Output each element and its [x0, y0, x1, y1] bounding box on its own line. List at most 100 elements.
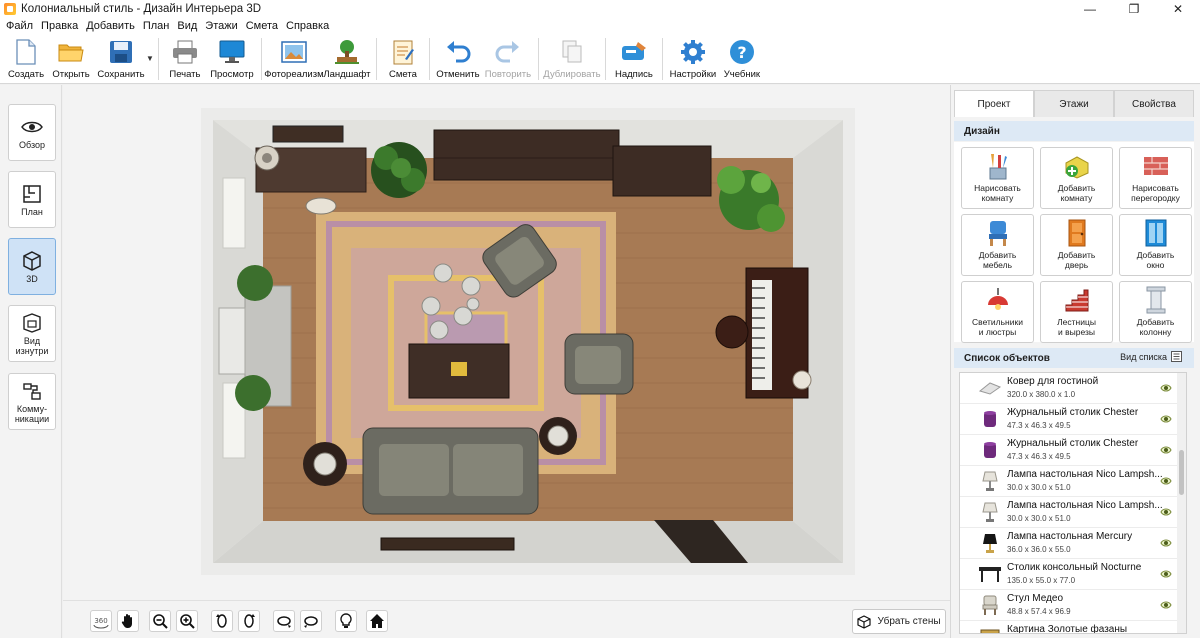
list-item[interactable]: Журнальный столик Chester 47.3 x 46.3 x … [960, 435, 1178, 466]
draw-partition-button[interactable]: Нарисовать перегородку [1119, 147, 1192, 209]
list-item[interactable]: Лампа настольная Mercury 36.0 x 36.0 x 5… [960, 528, 1178, 559]
maximize-button[interactable]: ❐ [1112, 0, 1156, 18]
menu-help[interactable]: Справка [282, 20, 333, 32]
cube-3d-icon [21, 250, 43, 272]
zoom-in-button[interactable] [176, 610, 198, 632]
add-column-button[interactable]: Добавить колонну [1119, 281, 1192, 343]
stairs-button[interactable]: Лестницы и вырезы [1040, 281, 1113, 343]
main-toolbar: Создать Открыть Сохранить ▼ Печать Просм… [0, 34, 1200, 84]
tab-properties[interactable]: Свойства [1114, 90, 1194, 117]
menu-estimate[interactable]: Смета [242, 20, 282, 32]
duplicate-button[interactable]: Дублировать [543, 34, 601, 84]
lights-label: Светильники и люстры [972, 317, 1023, 337]
menu-file[interactable]: Файл [2, 20, 37, 32]
object-name: Картина Золотые фазаны [1007, 624, 1128, 634]
pan-hand-button[interactable] [117, 610, 139, 632]
close-button[interactable]: ✕ [1156, 0, 1200, 18]
rotate-360-icon: 360 [93, 617, 109, 629]
objects-scrollbar[interactable] [1177, 373, 1186, 633]
view-3d-button[interactable]: 3D [8, 238, 56, 295]
tab-project[interactable]: Проект [954, 90, 1034, 117]
draw-partition-label: Нарисовать перегородку [1131, 183, 1180, 203]
add-room-button[interactable]: Добавить комнату [1040, 147, 1113, 209]
rotate-left-button[interactable] [211, 610, 233, 632]
object-dimensions: 48.8 x 57.4 x 96.9 [1007, 607, 1071, 616]
estimate-label: Смета [388, 69, 417, 80]
toolbar-divider [428, 38, 430, 80]
chair-icon [978, 594, 1002, 616]
rotate-360-button[interactable]: 360 [90, 610, 112, 632]
create-button[interactable]: Создать [4, 34, 48, 84]
floor-plan-icon [21, 183, 43, 205]
tilt-down-icon [304, 616, 318, 628]
tilt-up-button[interactable] [273, 610, 295, 632]
visibility-eye-icon[interactable] [1160, 506, 1172, 518]
view-overview-button[interactable]: Обзор [8, 104, 56, 161]
settings-button[interactable]: Настройки [667, 34, 719, 84]
add-room-icon [1063, 152, 1091, 180]
tilt-down-button[interactable] [300, 610, 322, 632]
home-view-button[interactable] [366, 610, 388, 632]
list-item[interactable]: Ковер для гостиной 320.0 x 380.0 x 1.0 [960, 373, 1178, 404]
list-view-toggle[interactable]: Вид списка [1120, 351, 1182, 362]
add-furniture-button[interactable]: Добавить мебель [961, 214, 1034, 276]
save-dropdown-arrow[interactable]: ▼ [146, 54, 154, 63]
zoom-in-icon [180, 614, 195, 629]
toolbar-divider [661, 38, 663, 80]
tutorial-button[interactable]: ? Учебник [719, 34, 765, 84]
list-item[interactable]: Лампа настольная Nico Lampsh... 30.0 x 3… [960, 466, 1178, 497]
design-canvas[interactable] [63, 85, 950, 600]
create-label: Создать [7, 69, 45, 80]
visibility-eye-icon[interactable] [1160, 413, 1172, 425]
view-utilities-button[interactable]: Комму-никации [8, 373, 56, 430]
tab-floors[interactable]: Этажи [1034, 90, 1114, 117]
tutorial-label: Учебник [723, 69, 761, 80]
menu-floors[interactable]: Этажи [201, 20, 241, 32]
objects-list[interactable]: Ковер для гостиной 320.0 x 380.0 x 1.0 Ж… [959, 372, 1187, 634]
view-plan-button[interactable]: План [8, 171, 56, 228]
visibility-eye-icon[interactable] [1160, 444, 1172, 456]
draw-room-button[interactable]: Нарисовать комнату [961, 147, 1034, 209]
photoreal-button[interactable]: Фотореализм [264, 34, 324, 84]
view-inside-label: Вид изнутри [15, 335, 49, 356]
open-button[interactable]: Открыть [48, 34, 94, 84]
save-button[interactable]: Сохранить [94, 34, 148, 84]
black-lamp-icon [978, 532, 1002, 554]
visibility-eye-icon[interactable] [1160, 599, 1172, 611]
menu-add[interactable]: Добавить [82, 20, 139, 32]
list-item[interactable]: Журнальный столик Chester 47.3 x 46.3 x … [960, 404, 1178, 435]
rotate-right-button[interactable] [238, 610, 260, 632]
design-section-title: Дизайн [964, 125, 1000, 137]
list-item[interactable]: Стул Медео 48.8 x 57.4 x 96.9 [960, 590, 1178, 621]
menu-plan[interactable]: План [139, 20, 174, 32]
lights-button[interactable]: Светильники и люстры [961, 281, 1034, 343]
minimize-button[interactable]: — [1068, 0, 1112, 18]
caption-button[interactable]: Надпись [610, 34, 658, 84]
zoom-out-button[interactable] [149, 610, 171, 632]
list-item[interactable]: Картина Золотые фазаны [960, 621, 1178, 634]
visibility-eye-icon[interactable] [1160, 382, 1172, 394]
undo-button[interactable]: Отменить [434, 34, 482, 84]
view-inside-button[interactable]: Вид изнутри [8, 305, 56, 362]
landscape-button[interactable]: Ландшафт [322, 34, 372, 84]
redo-button[interactable]: Повторить [482, 34, 534, 84]
print-button[interactable]: Печать [163, 34, 207, 84]
estimate-button[interactable]: Смета [381, 34, 425, 84]
add-door-button[interactable]: Добавить дверь [1040, 214, 1113, 276]
preview-button[interactable]: Просмотр [207, 34, 257, 84]
zoom-out-icon [153, 614, 168, 629]
remove-walls-button[interactable]: Убрать стены [852, 609, 946, 634]
add-window-button[interactable]: Добавить окно [1119, 214, 1192, 276]
list-item[interactable]: Лампа настольная Nico Lampsh... 30.0 x 3… [960, 497, 1178, 528]
menu-edit[interactable]: Правка [37, 20, 82, 32]
visibility-eye-icon[interactable] [1160, 475, 1172, 487]
object-name: Стул Медео [1007, 593, 1064, 604]
scrollbar-thumb[interactable] [1179, 450, 1184, 495]
lighting-button[interactable] [335, 610, 357, 632]
room-3d-view[interactable] [201, 108, 855, 575]
list-item[interactable]: Столик консольный Nocturne 135.0 x 55.0 … [960, 559, 1178, 590]
project-panel: Проект Этажи Свойства Дизайн Нарисовать к… [950, 85, 1200, 638]
visibility-eye-icon[interactable] [1160, 537, 1172, 549]
menu-view[interactable]: Вид [173, 20, 201, 32]
visibility-eye-icon[interactable] [1160, 568, 1172, 580]
